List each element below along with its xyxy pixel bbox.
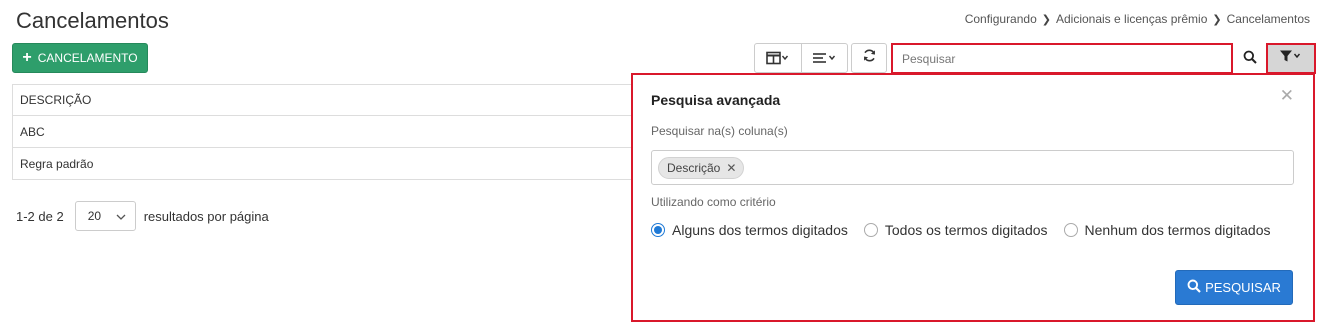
density-button[interactable] xyxy=(801,44,847,72)
search-button[interactable] xyxy=(1236,45,1264,73)
advanced-search-title: Pesquisa avançada xyxy=(651,92,781,108)
view-options-group xyxy=(754,43,848,73)
search-input[interactable] xyxy=(893,45,1231,72)
criteria-option-all[interactable]: Todos os termos digitados xyxy=(863,222,1048,238)
criteria-label: Utilizando como critério xyxy=(651,195,776,209)
advanced-filter-button[interactable] xyxy=(1266,43,1316,74)
breadcrumb-item-current: Cancelamentos xyxy=(1226,12,1310,26)
table-row[interactable]: Regra padrão xyxy=(13,147,652,179)
add-button-label: CANCELAMENTO xyxy=(37,51,138,65)
table-header-descricao[interactable]: DESCRIÇÃO xyxy=(13,85,652,115)
column-chip-label: Descrição xyxy=(667,160,721,175)
remove-chip-icon[interactable]: ✕ xyxy=(726,161,736,175)
page-size-select[interactable]: 20 xyxy=(74,201,136,231)
columns-button[interactable] xyxy=(755,44,801,72)
page-size-suffix: resultados por página xyxy=(143,208,269,224)
breadcrumb-item-adicionais[interactable]: Adicionais e licenças prêmio xyxy=(1056,12,1207,26)
advanced-search-panel: Pesquisa avançada ✕ Pesquisar na(s) colu… xyxy=(631,73,1315,322)
criteria-radio-group: Alguns dos termos digitados Todos os ter… xyxy=(651,222,1271,238)
column-chip-descricao: Descrição ✕ xyxy=(658,156,745,179)
refresh-icon xyxy=(862,48,877,68)
chevron-right-icon: ❯ xyxy=(1212,13,1222,26)
refresh-button[interactable] xyxy=(851,43,887,73)
criteria-option-some[interactable]: Alguns dos termos digitados xyxy=(651,222,848,238)
page-title: Cancelamentos xyxy=(16,8,169,33)
criteria-option-label: Nenhum dos termos digitados xyxy=(1084,222,1271,238)
criteria-option-none[interactable]: Nenhum dos termos digitados xyxy=(1063,222,1271,238)
page-size-value: 20 xyxy=(87,209,102,223)
add-cancelamento-button[interactable]: + CANCELAMENTO xyxy=(12,43,148,73)
radio-checked-icon[interactable] xyxy=(651,223,665,237)
table-row[interactable]: ABC xyxy=(13,115,652,147)
breadcrumb: Configurando ❯ Adicionais e licenças prê… xyxy=(965,12,1310,26)
columns-icon xyxy=(766,51,790,65)
submit-search-label: PESQUISAR xyxy=(1205,280,1281,295)
density-icon xyxy=(812,51,838,65)
search-icon xyxy=(1243,50,1257,69)
criteria-option-label: Todos os termos digitados xyxy=(884,222,1048,238)
radio-unchecked-icon[interactable] xyxy=(863,223,878,237)
radio-unchecked-icon[interactable] xyxy=(1063,223,1078,237)
breadcrumb-item-configurando[interactable]: Configurando xyxy=(965,12,1037,26)
results-table: DESCRIÇÃO ABC Regra padrão xyxy=(12,84,652,180)
plus-icon: + xyxy=(22,49,32,66)
result-count: 1-2 de 2 xyxy=(16,208,64,224)
search-icon xyxy=(1187,279,1201,296)
submit-search-button[interactable]: PESQUISAR xyxy=(1175,270,1293,305)
close-icon[interactable]: ✕ xyxy=(1280,86,1294,106)
filter-icon xyxy=(1279,49,1303,68)
chevron-right-icon: ❯ xyxy=(1041,13,1051,26)
columns-label: Pesquisar na(s) coluna(s) xyxy=(651,124,788,138)
pagination: 1-2 de 2 20 resultados por página xyxy=(16,201,269,231)
criteria-option-label: Alguns dos termos digitados xyxy=(672,222,848,238)
search-field-wrapper xyxy=(891,43,1233,74)
chevron-down-icon xyxy=(116,209,126,223)
columns-multiselect[interactable]: Descrição ✕ xyxy=(651,150,1294,185)
